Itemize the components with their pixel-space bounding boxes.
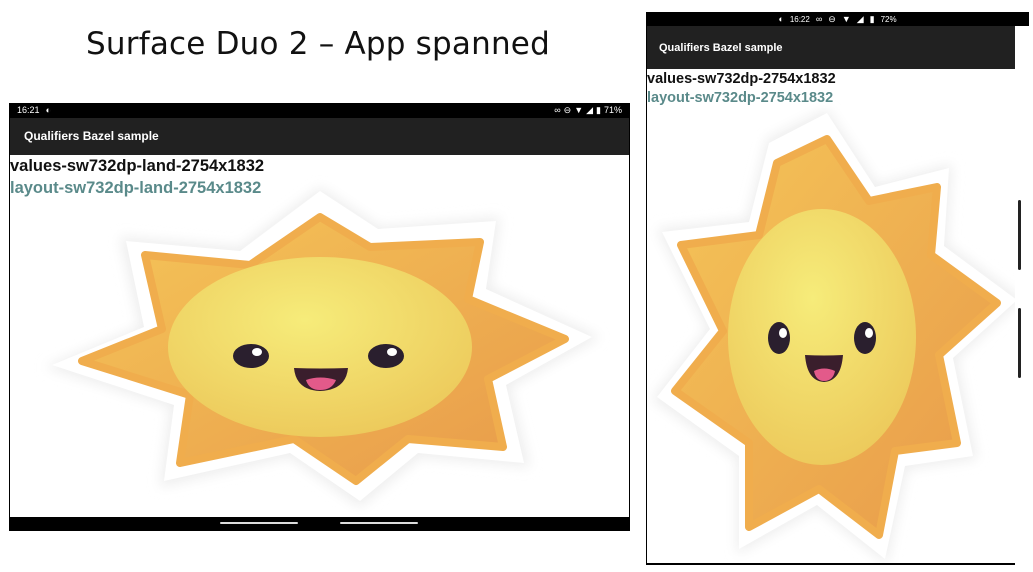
app-title: Qualifiers Bazel sample xyxy=(24,129,159,143)
app-title: Qualifiers Bazel sample xyxy=(659,42,783,54)
link-icon: ∞ xyxy=(554,105,561,115)
circle-half-icon: ◐ xyxy=(45,105,51,115)
hinge-strip xyxy=(1015,26,1029,565)
smiling-sun-image xyxy=(45,187,600,507)
status-bar: ◐ 16:22 ∞ ⊖ ▼ ◢ ▮ 72% xyxy=(646,12,1029,26)
battery-percent: 71% xyxy=(603,105,622,115)
status-bar: 16:21 ◐ ∞ ⊖ ▼ ◢ ▮ 71% xyxy=(9,103,630,118)
smiling-sun-image xyxy=(652,109,1015,563)
app-content: values-sw732dp-2754x1832 layout-sw732dp-… xyxy=(647,69,1015,563)
app-bar: Qualifiers Bazel sample xyxy=(647,26,1015,69)
values-qualifier-label: values-sw732dp-land-2754x1832 xyxy=(10,157,265,175)
link-icon: ∞ xyxy=(815,14,823,24)
device-landscape: 16:21 ◐ ∞ ⊖ ▼ ◢ ▮ 71% Qualifiers Bazel s… xyxy=(9,103,630,531)
navigation-bar xyxy=(9,517,630,531)
app-bar: Qualifiers Bazel sample xyxy=(10,118,629,155)
signal-icon: ◢ xyxy=(856,14,864,24)
status-time: 16:21 xyxy=(17,105,40,115)
wifi-icon: ▼ xyxy=(574,105,584,115)
do-not-disturb-icon: ⊖ xyxy=(828,14,836,24)
battery-percent: 72% xyxy=(880,14,897,24)
circle-half-icon: ◐ xyxy=(778,14,784,24)
do-not-disturb-icon: ⊖ xyxy=(563,105,572,115)
layout-qualifier-label: layout-sw732dp-2754x1832 xyxy=(647,90,834,106)
gesture-handle-left[interactable] xyxy=(220,522,298,524)
values-qualifier-label: values-sw732dp-2754x1832 xyxy=(647,71,836,87)
slide-title: Surface Duo 2 – App spanned xyxy=(86,26,550,62)
layout-qualifier-label: layout-sw732dp-land-2754x1832 xyxy=(10,179,262,197)
status-time: 16:22 xyxy=(789,14,810,24)
wifi-icon: ▼ xyxy=(841,14,851,24)
battery-icon: ▮ xyxy=(869,14,875,24)
scrollbar-handle[interactable] xyxy=(1018,200,1021,270)
battery-icon: ▮ xyxy=(596,105,601,115)
app-content: values-sw732dp-land-2754x1832 layout-sw7… xyxy=(10,155,629,517)
device-portrait: ◐ 16:22 ∞ ⊖ ▼ ◢ ▮ 72% Qualifiers Bazel s… xyxy=(646,12,1029,565)
signal-icon: ◢ xyxy=(586,105,594,115)
gesture-handle-right[interactable] xyxy=(340,522,418,524)
scrollbar-handle[interactable] xyxy=(1018,308,1021,378)
